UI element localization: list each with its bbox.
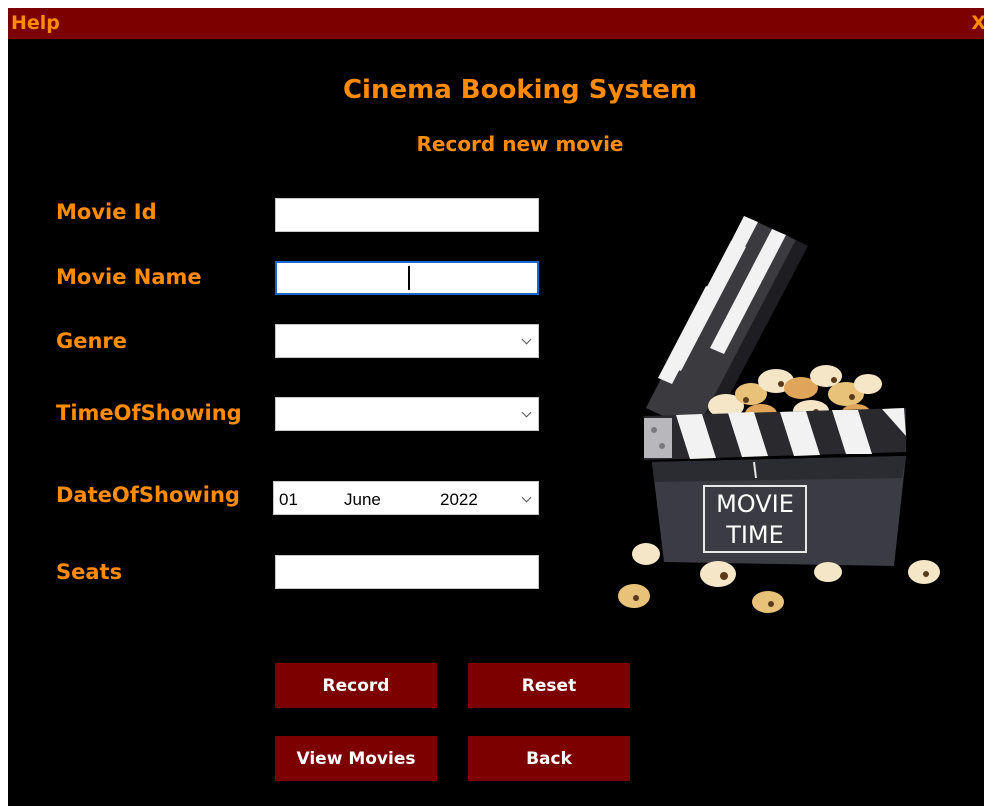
clapper-text-line1: MOVIE xyxy=(716,490,794,518)
app-title: Cinema Booking System xyxy=(342,75,698,105)
close-button[interactable]: X xyxy=(971,12,984,34)
record-button[interactable]: Record xyxy=(275,663,437,708)
menu-bar: Help X xyxy=(8,8,984,39)
movie-id-label: Movie Id xyxy=(56,200,157,224)
seats-label: Seats xyxy=(56,560,123,584)
app-window: Help X Cinema Booking System Record new … xyxy=(8,8,984,806)
text-caret xyxy=(408,266,410,290)
clapperboard-illustration: MOVIE TIME xyxy=(618,216,940,613)
date-of-showing-picker[interactable]: 01 June 2022 xyxy=(273,481,539,515)
form-title: Record new movie xyxy=(416,132,624,156)
seats-input[interactable] xyxy=(275,555,539,589)
chevron-down-icon xyxy=(521,334,532,345)
date-of-showing-label: DateOfShowing xyxy=(56,483,240,507)
genre-label: Genre xyxy=(56,329,128,353)
genre-select[interactable] xyxy=(275,324,539,358)
movie-id-input[interactable] xyxy=(275,198,539,232)
movie-name-label: Movie Name xyxy=(56,265,202,289)
help-menu[interactable]: Help xyxy=(11,12,60,34)
reset-button[interactable]: Reset xyxy=(468,663,630,708)
clapper-top-stick xyxy=(644,408,906,460)
date-day[interactable]: 01 xyxy=(279,490,298,510)
time-of-showing-label: TimeOfShowing xyxy=(56,401,242,425)
time-of-showing-select[interactable] xyxy=(275,397,539,431)
date-year[interactable]: 2022 xyxy=(440,490,478,510)
chevron-down-icon xyxy=(521,492,532,503)
chevron-down-icon xyxy=(521,407,532,418)
clapper-text-line2: TIME xyxy=(725,521,784,549)
back-button[interactable]: Back xyxy=(468,736,630,781)
date-month[interactable]: June xyxy=(344,490,381,510)
movie-name-input[interactable] xyxy=(275,261,539,295)
clapper-board-body: MOVIE TIME xyxy=(652,456,906,566)
view-movies-button[interactable]: View Movies xyxy=(275,736,437,781)
